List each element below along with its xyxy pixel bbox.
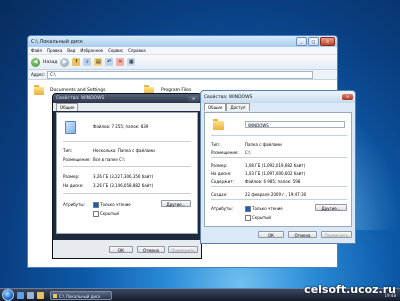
hidden-checkbox[interactable] (245, 215, 251, 221)
readonly-label: Только чтение (100, 202, 131, 207)
menu-bar: Файл Правка Вид Избранное Сервис Справка (28, 47, 337, 55)
location-label: Размещение: (63, 157, 91, 162)
hidden-label: Скрытый (100, 211, 119, 216)
back-label: Назад (43, 59, 58, 65)
apply-button[interactable]: Применить (168, 246, 198, 253)
tab-general[interactable]: Общие (204, 103, 227, 111)
dialog-footer: ОК Отмена Применить (53, 240, 201, 258)
start-button[interactable] (2, 289, 14, 301)
menu-item-help[interactable]: Справка (128, 47, 146, 54)
address-input[interactable]: C:\ (47, 70, 313, 79)
search-icon[interactable]: ⌕ (83, 58, 92, 66)
tab-strip: Общие (53, 103, 201, 111)
explorer-icon[interactable] (37, 291, 44, 299)
tab-general[interactable]: Общие (56, 103, 79, 111)
type-value: Папка с файлами (245, 142, 282, 147)
properties-dialog-windows[interactable]: Свойства: WINDOWS ✕ Общие Доступ WINDOWS… (200, 90, 356, 244)
up-folder-icon[interactable]: ↑ (72, 58, 81, 66)
menu-item-edit[interactable]: Правка (47, 47, 62, 54)
maximize-button[interactable]: □ (308, 37, 319, 46)
menu-item-view[interactable]: Вид (67, 47, 75, 54)
folder-icon (213, 119, 224, 130)
hidden-label: Скрытый (252, 215, 271, 220)
back-button[interactable]: ◀ (31, 57, 40, 67)
location-value: C:\ (245, 150, 251, 155)
size-value: 3,26 ГБ (3,227,306,356 байт) (93, 174, 154, 179)
explorer-title: C:\ Локальный диск (31, 38, 84, 45)
close-button[interactable]: ✕ (320, 37, 335, 46)
size-label: Размер: (63, 174, 80, 179)
files-count: Файлов: 7 255; папок: 839 (93, 124, 149, 129)
files-icon (65, 121, 76, 134)
cancel-button[interactable]: Отмена (288, 231, 317, 238)
folder-icon[interactable] (34, 85, 44, 95)
divider (63, 166, 191, 167)
hidden-checkbox[interactable] (93, 211, 99, 217)
divider (211, 186, 347, 187)
apply-button[interactable]: Применить (321, 231, 352, 238)
folders-icon[interactable]: ▤ (94, 58, 103, 66)
dialog-titlebar[interactable]: Свойства: WINDOWS ✕ (53, 94, 201, 103)
taskbar-item-explorer[interactable]: C:\ Локальный диск (50, 290, 112, 300)
close-button[interactable]: ✕ (188, 95, 199, 102)
general-panel: WINDOWS Тип: Папка с файлами Размещение:… (204, 112, 352, 227)
toolbar: ◀ Назад ▶ ↑ ⌕ ▤ ↶ ✕ ▦ (28, 55, 337, 70)
ie-icon[interactable] (17, 291, 24, 299)
menu-item-favorites[interactable]: Избранное (80, 47, 103, 54)
tab-sharing[interactable]: Доступ (226, 103, 250, 111)
location-label: Размещение: (211, 150, 239, 155)
cancel-button[interactable]: Отмена (137, 246, 165, 253)
minimize-button[interactable]: _ (296, 37, 307, 46)
readonly-checkbox[interactable] (93, 202, 99, 208)
dialog-titlebar[interactable]: Свойства: WINDOWS ✕ (201, 91, 355, 103)
type-label: Тип: (211, 142, 221, 147)
divider (211, 135, 347, 136)
contains-label: Содержит: (211, 179, 234, 184)
close-button[interactable]: ✕ (342, 94, 353, 100)
type-label: Тип: (63, 148, 73, 153)
other-attributes-button[interactable]: Другие... (315, 204, 347, 211)
ok-button[interactable]: ОК (258, 231, 284, 238)
contains-value: Файлов: 6 985; папок: 598 (245, 179, 301, 184)
location-value: Все в папке C:\ (93, 157, 125, 162)
site-watermark: celsoft.ucoz.ru (304, 283, 396, 296)
attributes-label: Атрибуты: (63, 202, 85, 207)
menu-item-file[interactable]: Файл (31, 47, 42, 54)
divider (211, 157, 347, 158)
views-icon[interactable]: ▦ (127, 58, 136, 66)
properties-dialog-multi[interactable]: Свойства: WINDOWS ✕ Общие Файлов: 7 255;… (52, 93, 202, 259)
type-value: Несколько: Папка с файлами (93, 148, 155, 153)
attributes-label: Атрибуты: (211, 206, 233, 211)
created-label: Создан: (211, 192, 228, 197)
disk-size-value: 1,03 ГБ (1,097,000,602 байт) (245, 171, 306, 176)
dialog-title: Свойства: WINDOWS (204, 94, 253, 100)
delete-icon[interactable]: ✕ (116, 58, 125, 66)
other-attributes-button[interactable]: Другие... (161, 200, 191, 207)
readonly-label: Только чтение (252, 206, 283, 211)
size-value: 1,08 ГБ (1,092,019,682 байт) (245, 163, 306, 168)
address-label: Адрес: (31, 72, 46, 77)
created-value: 22 февраля 2009 г., 19:47:30 (245, 192, 307, 197)
folder-name-input[interactable]: WINDOWS (245, 121, 345, 128)
divider (211, 199, 347, 200)
size-label: Размер: (211, 163, 228, 168)
address-bar: Адрес: C:\ (28, 70, 337, 80)
divider (63, 193, 191, 194)
readonly-checkbox[interactable] (245, 206, 251, 212)
general-panel: Файлов: 7 255; папок: 839 Тип: Несколько… (56, 112, 198, 234)
menu-item-tools[interactable]: Сервис (108, 47, 123, 54)
show-desktop-icon[interactable] (27, 291, 34, 299)
explorer-titlebar[interactable]: C:\ Локальный диск _ □ ✕ (28, 36, 337, 47)
forward-button[interactable]: ▶ (60, 57, 70, 67)
disk-size-label: На диске: (63, 183, 84, 188)
disk-size-label: На диске: (211, 171, 232, 176)
divider (63, 141, 191, 142)
ok-button[interactable]: ОК (109, 246, 133, 253)
dialog-title: Свойства: WINDOWS (56, 96, 105, 101)
undo-icon[interactable]: ↶ (105, 58, 114, 66)
disk-size-value: 3,26 ГБ (3,146,058,882 байт) (93, 183, 154, 188)
tab-strip: Общие Доступ (201, 103, 355, 111)
